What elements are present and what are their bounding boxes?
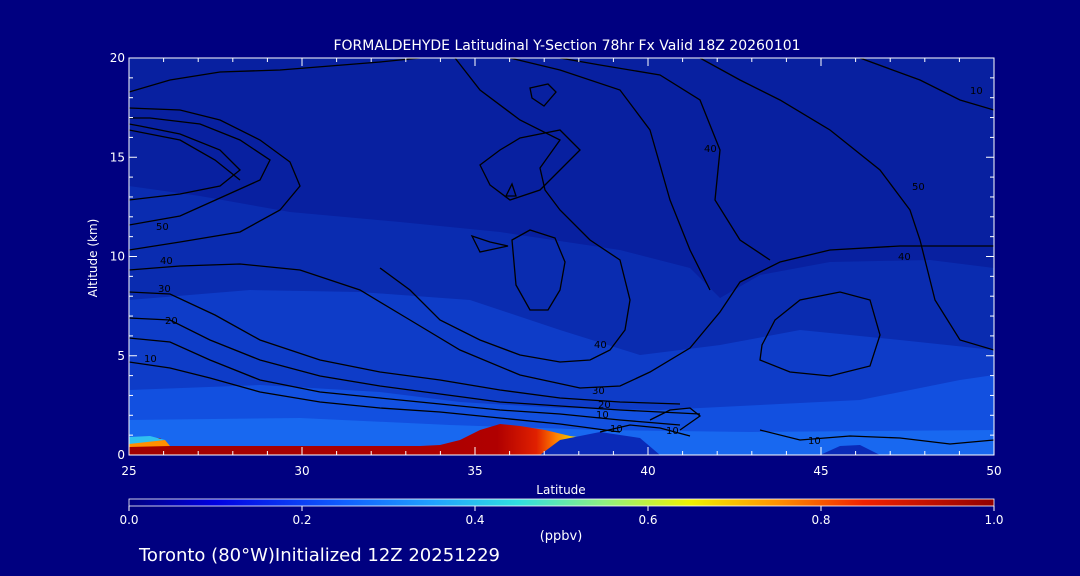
contour-label: 50 xyxy=(912,182,925,193)
contour-label: 40 xyxy=(704,144,717,155)
contour-label: 30 xyxy=(592,386,605,397)
contour-label: 40 xyxy=(898,252,911,263)
y-tick-label: 5 xyxy=(117,349,125,363)
colorbar-tick-label: 0.4 xyxy=(465,513,484,527)
colorbar-tick-label: 0.2 xyxy=(292,513,311,527)
contour-label: 10 xyxy=(610,424,623,435)
colorbar-ticks: 0.0 0.2 0.4 0.6 0.8 1.0 xyxy=(119,506,1004,527)
y-tick-label: 15 xyxy=(110,150,125,164)
x-tick-label: 40 xyxy=(640,464,655,478)
y-axis-label: Altitude (km) xyxy=(86,219,100,298)
y-tick-label: 20 xyxy=(110,51,125,65)
x-tick-label: 25 xyxy=(121,464,136,478)
x-tick-label: 45 xyxy=(813,464,828,478)
contour-label: 10 xyxy=(970,86,983,97)
contour-label: 30 xyxy=(158,284,171,295)
contour-label: 40 xyxy=(594,340,607,351)
contour-label: 10 xyxy=(144,354,157,365)
contour-label: 50 xyxy=(156,222,169,233)
colorbar-tick-label: 1.0 xyxy=(984,513,1003,527)
colorbar-tick-label: 0.6 xyxy=(638,513,657,527)
colorbar: 0.0 0.2 0.4 0.6 0.8 1.0 (ppbv) xyxy=(119,498,1004,544)
cross-section-chart: FORMALDEHYDE Latitudinal Y-Section 78hr … xyxy=(86,38,1004,566)
contour-label: 10 xyxy=(596,410,609,421)
y-tick-label: 10 xyxy=(110,250,125,264)
y-tick-label: 0 xyxy=(117,448,125,462)
x-axis-label: Latitude xyxy=(536,483,585,497)
x-tick-label: 35 xyxy=(467,464,482,478)
contour-label: 10 xyxy=(666,426,679,437)
colorbar-gradient xyxy=(128,498,995,507)
x-tick-label: 50 xyxy=(986,464,1001,478)
chart-title: FORMALDEHYDE Latitudinal Y-Section 78hr … xyxy=(333,38,800,54)
colorbar-tick-label: 0.8 xyxy=(811,513,830,527)
footer-location-init: Toronto (80°W)Initialized 12Z 20251229 xyxy=(138,545,500,566)
contour-label: 10 xyxy=(808,436,821,447)
colorbar-tick-label: 0.0 xyxy=(119,513,138,527)
concentration-field xyxy=(129,58,994,455)
colorbar-unit-label: (ppbv) xyxy=(540,529,583,544)
contour-label: 40 xyxy=(160,256,173,267)
contour-label: 20 xyxy=(165,316,178,327)
x-tick-label: 30 xyxy=(294,464,309,478)
